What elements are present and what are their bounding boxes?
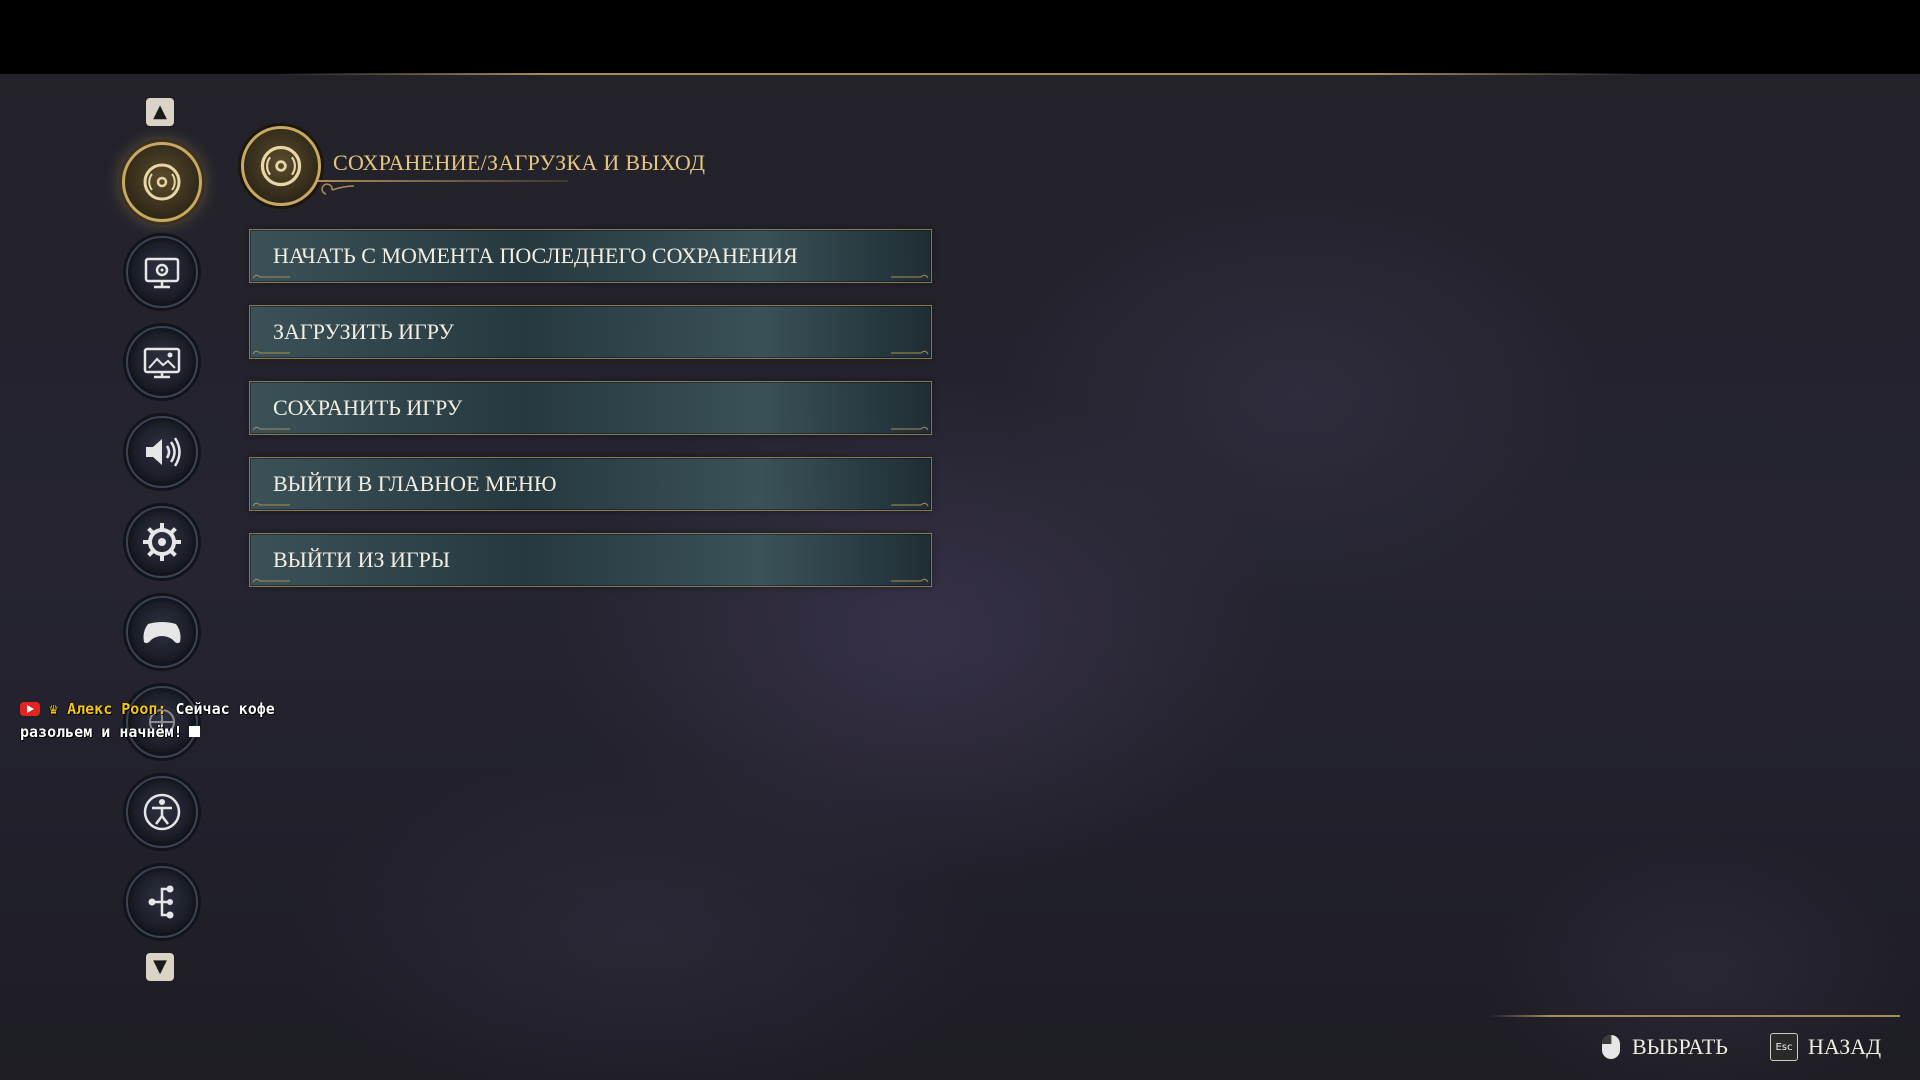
category-save-load-button[interactable] (122, 142, 202, 222)
corner-ornament-icon (891, 350, 929, 355)
category-accessibility-button[interactable] (126, 776, 198, 848)
chat-message-line2: разольем и начнём! (20, 723, 183, 741)
speaker-icon (146, 437, 181, 467)
category-controls-button[interactable] (126, 596, 198, 668)
scroll-down-arrow-icon[interactable]: ▼ (146, 953, 174, 981)
category-display-button[interactable] (126, 326, 198, 398)
select-hint-label: ВЫБРАТЬ (1632, 1034, 1728, 1059)
share-icon (148, 885, 174, 919)
page-title: СОХРАНЕНИЕ/ЗАГРУЗКА И ВЫХОД (333, 150, 706, 175)
chat-separator: : (157, 700, 167, 718)
gear-icon (143, 523, 181, 561)
disc-icon (260, 145, 302, 187)
scroll-up-arrow-icon[interactable]: ▲ (146, 98, 174, 126)
bottom-gold-divider (1490, 1015, 1900, 1017)
chat-end-marker (188, 726, 200, 737)
menu-item-label: ВЫЙТИ ИЗ ИГРЫ (273, 547, 451, 572)
esc-key-icon: Esc (1770, 1033, 1798, 1061)
select-hint[interactable]: ВЫБРАТЬ (1600, 1033, 1728, 1061)
corner-ornament-icon (891, 578, 929, 583)
corner-ornament-icon (252, 274, 290, 279)
menu-item-label: СОХРАНИТЬ ИГРУ (273, 395, 463, 420)
top-gold-divider (270, 73, 1650, 75)
back-hint[interactable]: Esc НАЗАД (1770, 1033, 1881, 1061)
back-hint-label: НАЗАД (1808, 1034, 1882, 1059)
menu-item-label: ВЫЙТИ В ГЛАВНОЕ МЕНЮ (273, 471, 557, 496)
menu-item-load-game[interactable]: ЗАГРУЗИТЬ ИГРУ (249, 305, 932, 359)
display-image-icon (143, 347, 181, 379)
menu-item-label: ЗАГРУЗИТЬ ИГРУ (273, 319, 454, 344)
category-gameplay-button[interactable] (126, 506, 198, 578)
menu-item-exit-to-main-menu[interactable]: ВЫЙТИ В ГЛАВНОЕ МЕНЮ (249, 457, 932, 511)
corner-ornament-icon (252, 502, 290, 507)
menu-item-label: НАЧАТЬ С МОМЕНТА ПОСЛЕДНЕГО СОХРАНЕНИЯ (273, 243, 798, 268)
category-graphics-settings-button[interactable] (126, 236, 198, 308)
crown-icon: ♛ (49, 700, 59, 718)
category-network-button[interactable] (126, 866, 198, 938)
corner-ornament-icon (252, 426, 290, 431)
disc-icon (143, 163, 181, 201)
corner-ornament-icon (252, 350, 290, 355)
stream-chat-message: ♛ Алекс Рооп: Сейчас кофе разольем и нач… (20, 698, 340, 744)
menu-item-quit-game[interactable]: ВЫЙТИ ИЗ ИГРЫ (249, 533, 932, 587)
corner-ornament-icon (891, 274, 929, 279)
top-black-bar (0, 0, 1920, 74)
ornament-swirl-icon (321, 183, 355, 195)
header-emblem (241, 126, 321, 206)
category-audio-button[interactable] (126, 416, 198, 488)
corner-ornament-icon (252, 578, 290, 583)
corner-ornament-icon (891, 426, 929, 431)
chat-message-line1: Сейчас кофе (175, 700, 275, 718)
menu-item-save-game[interactable]: СОХРАНИТЬ ИГРУ (249, 381, 932, 435)
corner-ornament-icon (891, 502, 929, 507)
youtube-icon (20, 702, 40, 716)
main-menu: НАЧАТЬ С МОМЕНТА ПОСЛЕДНЕГО СОХРАНЕНИЯ З… (249, 229, 932, 609)
gamepad-icon (143, 622, 181, 644)
accessibility-icon (143, 793, 181, 831)
menu-item-resume-last-save[interactable]: НАЧАТЬ С МОМЕНТА ПОСЛЕДНЕГО СОХРАНЕНИЯ (249, 229, 932, 283)
monitor-settings-icon (144, 257, 180, 289)
mouse-icon (1602, 1035, 1620, 1059)
chat-author: Алекс Рооп (67, 700, 158, 718)
